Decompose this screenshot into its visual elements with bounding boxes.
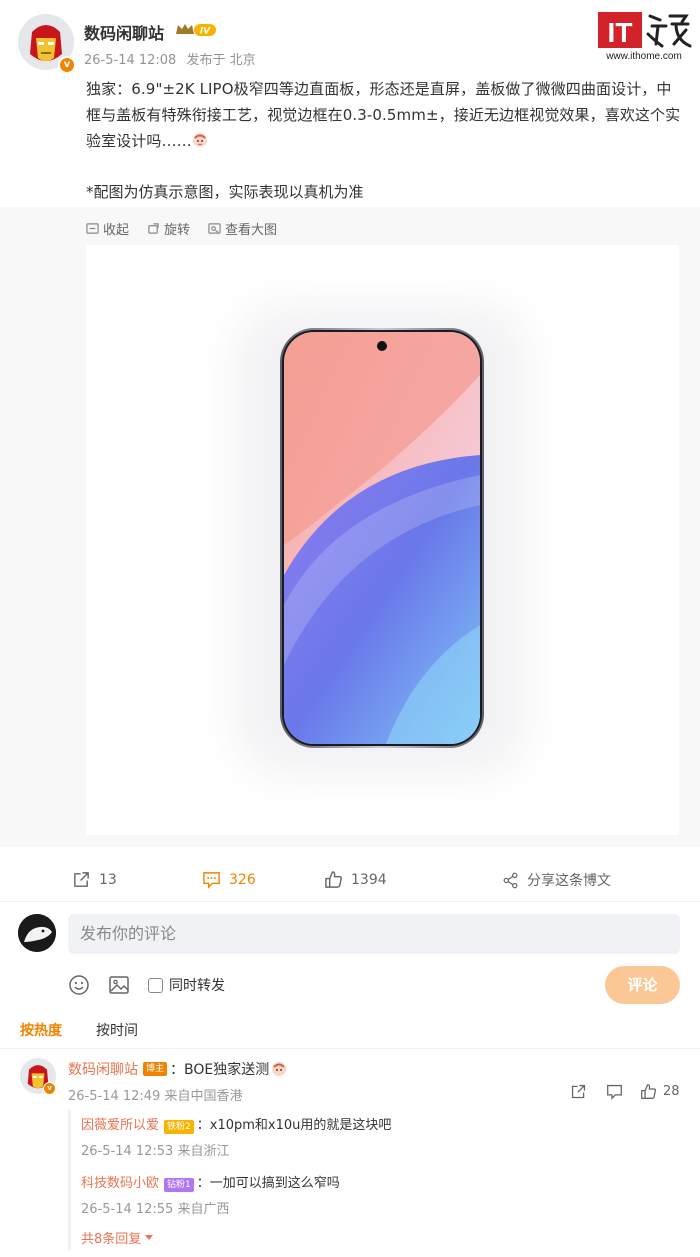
reply-text: ：x10pm和x10u用的就是这块吧 — [196, 1118, 392, 1133]
reply-meta: 26-5-14 12:55 来自广西 — [81, 1198, 230, 1217]
divider — [0, 1048, 700, 1049]
fan-badge: 钻粉1 — [164, 1178, 194, 1192]
tab-sort-time[interactable]: 按时间 — [96, 1020, 138, 1040]
reply-location: 来自浙江 — [177, 1144, 230, 1159]
reply-item: 因薇爱所以爱 铁粉2 ：x10pm和x10u用的就是这块吧 — [81, 1114, 391, 1134]
reply-location: 来自广西 — [177, 1202, 230, 1217]
emoji-icon — [192, 133, 207, 147]
post-image[interactable] — [86, 245, 679, 835]
comment-reply-button[interactable] — [606, 1083, 623, 1100]
view-large-icon — [208, 222, 221, 234]
vip-crown-icon: IV — [176, 24, 216, 37]
collapse-button[interactable]: 收起 — [86, 218, 129, 238]
bird-avatar-icon — [18, 914, 56, 952]
post-note: *配图为仿真示意图，实际表现以真机为准 — [86, 183, 364, 201]
share-button[interactable]: 分享这条博文 — [502, 870, 611, 890]
tab-sort-hot[interactable]: 按热度 — [20, 1020, 62, 1040]
my-avatar[interactable] — [18, 914, 56, 952]
repost-checkbox[interactable] — [148, 977, 163, 993]
more-replies-link[interactable]: 共8条回复 — [81, 1228, 154, 1247]
post-meta: 26-5-14 12:08 发布于 北京 — [84, 49, 262, 68]
comment-time: 26-5-14 12:49 — [68, 1089, 161, 1104]
reply-author-name[interactable]: 科技数码小欧 — [81, 1176, 159, 1191]
comment-like-button[interactable]: 28 — [640, 1083, 680, 1100]
collapse-label: 收起 — [103, 222, 130, 238]
post-actions: 13 326 1394 分享这条博文 — [0, 858, 700, 902]
comment-button[interactable]: 326 — [202, 870, 256, 889]
post-text: 独家：6.9"±2K LIPO极窄四等边直面板，形态还是直屏，盖板做了微微四曲面… — [86, 76, 686, 154]
phone-render-image — [86, 245, 679, 835]
verified-badge-icon: v — [58, 56, 76, 74]
share-label: 分享这条博文 — [527, 873, 611, 889]
reply-meta: 26-5-14 12:53 来自浙江 — [81, 1140, 230, 1159]
share-icon — [503, 872, 518, 888]
repost-toggle[interactable]: 同时转发 — [148, 975, 225, 995]
svg-text:IT: IT — [608, 17, 633, 48]
post-text-content: 独家：6.9"±2K LIPO极窄四等边直面板，形态还是直屏，盖板做了微微四曲面… — [86, 80, 681, 150]
repost-toggle-label: 同时转发 — [169, 978, 225, 994]
reply-text: ：一加可以搞到这么窄吗 — [196, 1176, 340, 1191]
fan-badge: 铁粉2 — [164, 1120, 194, 1134]
reply-time: 26-5-14 12:55 — [81, 1202, 174, 1217]
repost-count: 13 — [99, 871, 117, 888]
more-replies-label: 共8条回复 — [81, 1232, 142, 1247]
divider — [0, 901, 700, 902]
image-upload-icon[interactable] — [108, 974, 130, 996]
rotate-icon — [148, 222, 159, 234]
submit-comment-button[interactable]: 评论 — [605, 966, 680, 1004]
comment-sort-tabs: 按热度 按时间 — [20, 1020, 138, 1040]
emoji-icon — [272, 1062, 287, 1076]
comment-repost-button[interactable] — [570, 1083, 587, 1100]
comment-location: 来自中国香港 — [164, 1089, 243, 1104]
comment-input[interactable]: 发布你的评论 — [68, 914, 680, 954]
rotate-button[interactable]: 旋转 — [147, 218, 190, 238]
post-location: 发布于 北京 — [186, 53, 256, 68]
author-name[interactable]: 数码闲聊站 — [84, 20, 164, 44]
comment-count: 326 — [229, 871, 256, 888]
comment-icon — [203, 872, 220, 889]
like-count: 1394 — [351, 871, 387, 888]
repost-icon — [571, 1084, 586, 1099]
repost-icon — [74, 872, 89, 887]
reply-item: 科技数码小欧 钻粉1 ：一加可以搞到这么窄吗 — [81, 1172, 340, 1192]
reply-author-name[interactable]: 因薇爱所以爱 — [81, 1118, 159, 1133]
composer-tools: 同时转发 — [68, 972, 225, 998]
thumbs-up-icon — [325, 871, 342, 888]
collapse-icon — [86, 222, 99, 234]
post-time[interactable]: 26-5-14 12:08 — [84, 53, 176, 68]
post-header: v 数码闲聊站 IV 26-5-14 12:08 发布于 北京 — [18, 14, 682, 74]
thumbs-up-icon — [641, 1084, 657, 1099]
vip-level: IV — [200, 27, 211, 37]
reply-time: 26-5-14 12:53 — [81, 1144, 174, 1159]
view-large-button[interactable]: 查看大图 — [208, 218, 277, 238]
comment-content: 数码闲聊站 博主 ：BOE独家送测 — [68, 1059, 287, 1079]
view-large-label: 查看大图 — [225, 222, 278, 238]
emoji-picker-icon[interactable] — [68, 974, 90, 996]
comment-text: ：BOE独家送测 — [170, 1062, 270, 1078]
replies-list: 因薇爱所以爱 铁粉2 ：x10pm和x10u用的就是这块吧 26-5-14 12:5… — [68, 1110, 680, 1250]
rotate-label: 旋转 — [164, 222, 191, 238]
comment-like-count: 28 — [663, 1084, 680, 1099]
comment-meta: 26-5-14 12:49 来自中国香港 — [68, 1085, 243, 1104]
ithome-url: www.ithome.com — [606, 51, 682, 62]
blogger-badge: 博主 — [143, 1062, 168, 1076]
like-button[interactable]: 1394 — [324, 870, 387, 889]
comment-icon — [607, 1084, 622, 1100]
caret-down-icon — [145, 1234, 154, 1240]
media-toolbar: 收起 旋转 查看大图 — [86, 218, 277, 238]
verified-badge-icon: v — [43, 1082, 56, 1095]
comment-author-name[interactable]: 数码闲聊站 — [68, 1059, 138, 1079]
repost-button[interactable]: 13 — [72, 870, 117, 889]
